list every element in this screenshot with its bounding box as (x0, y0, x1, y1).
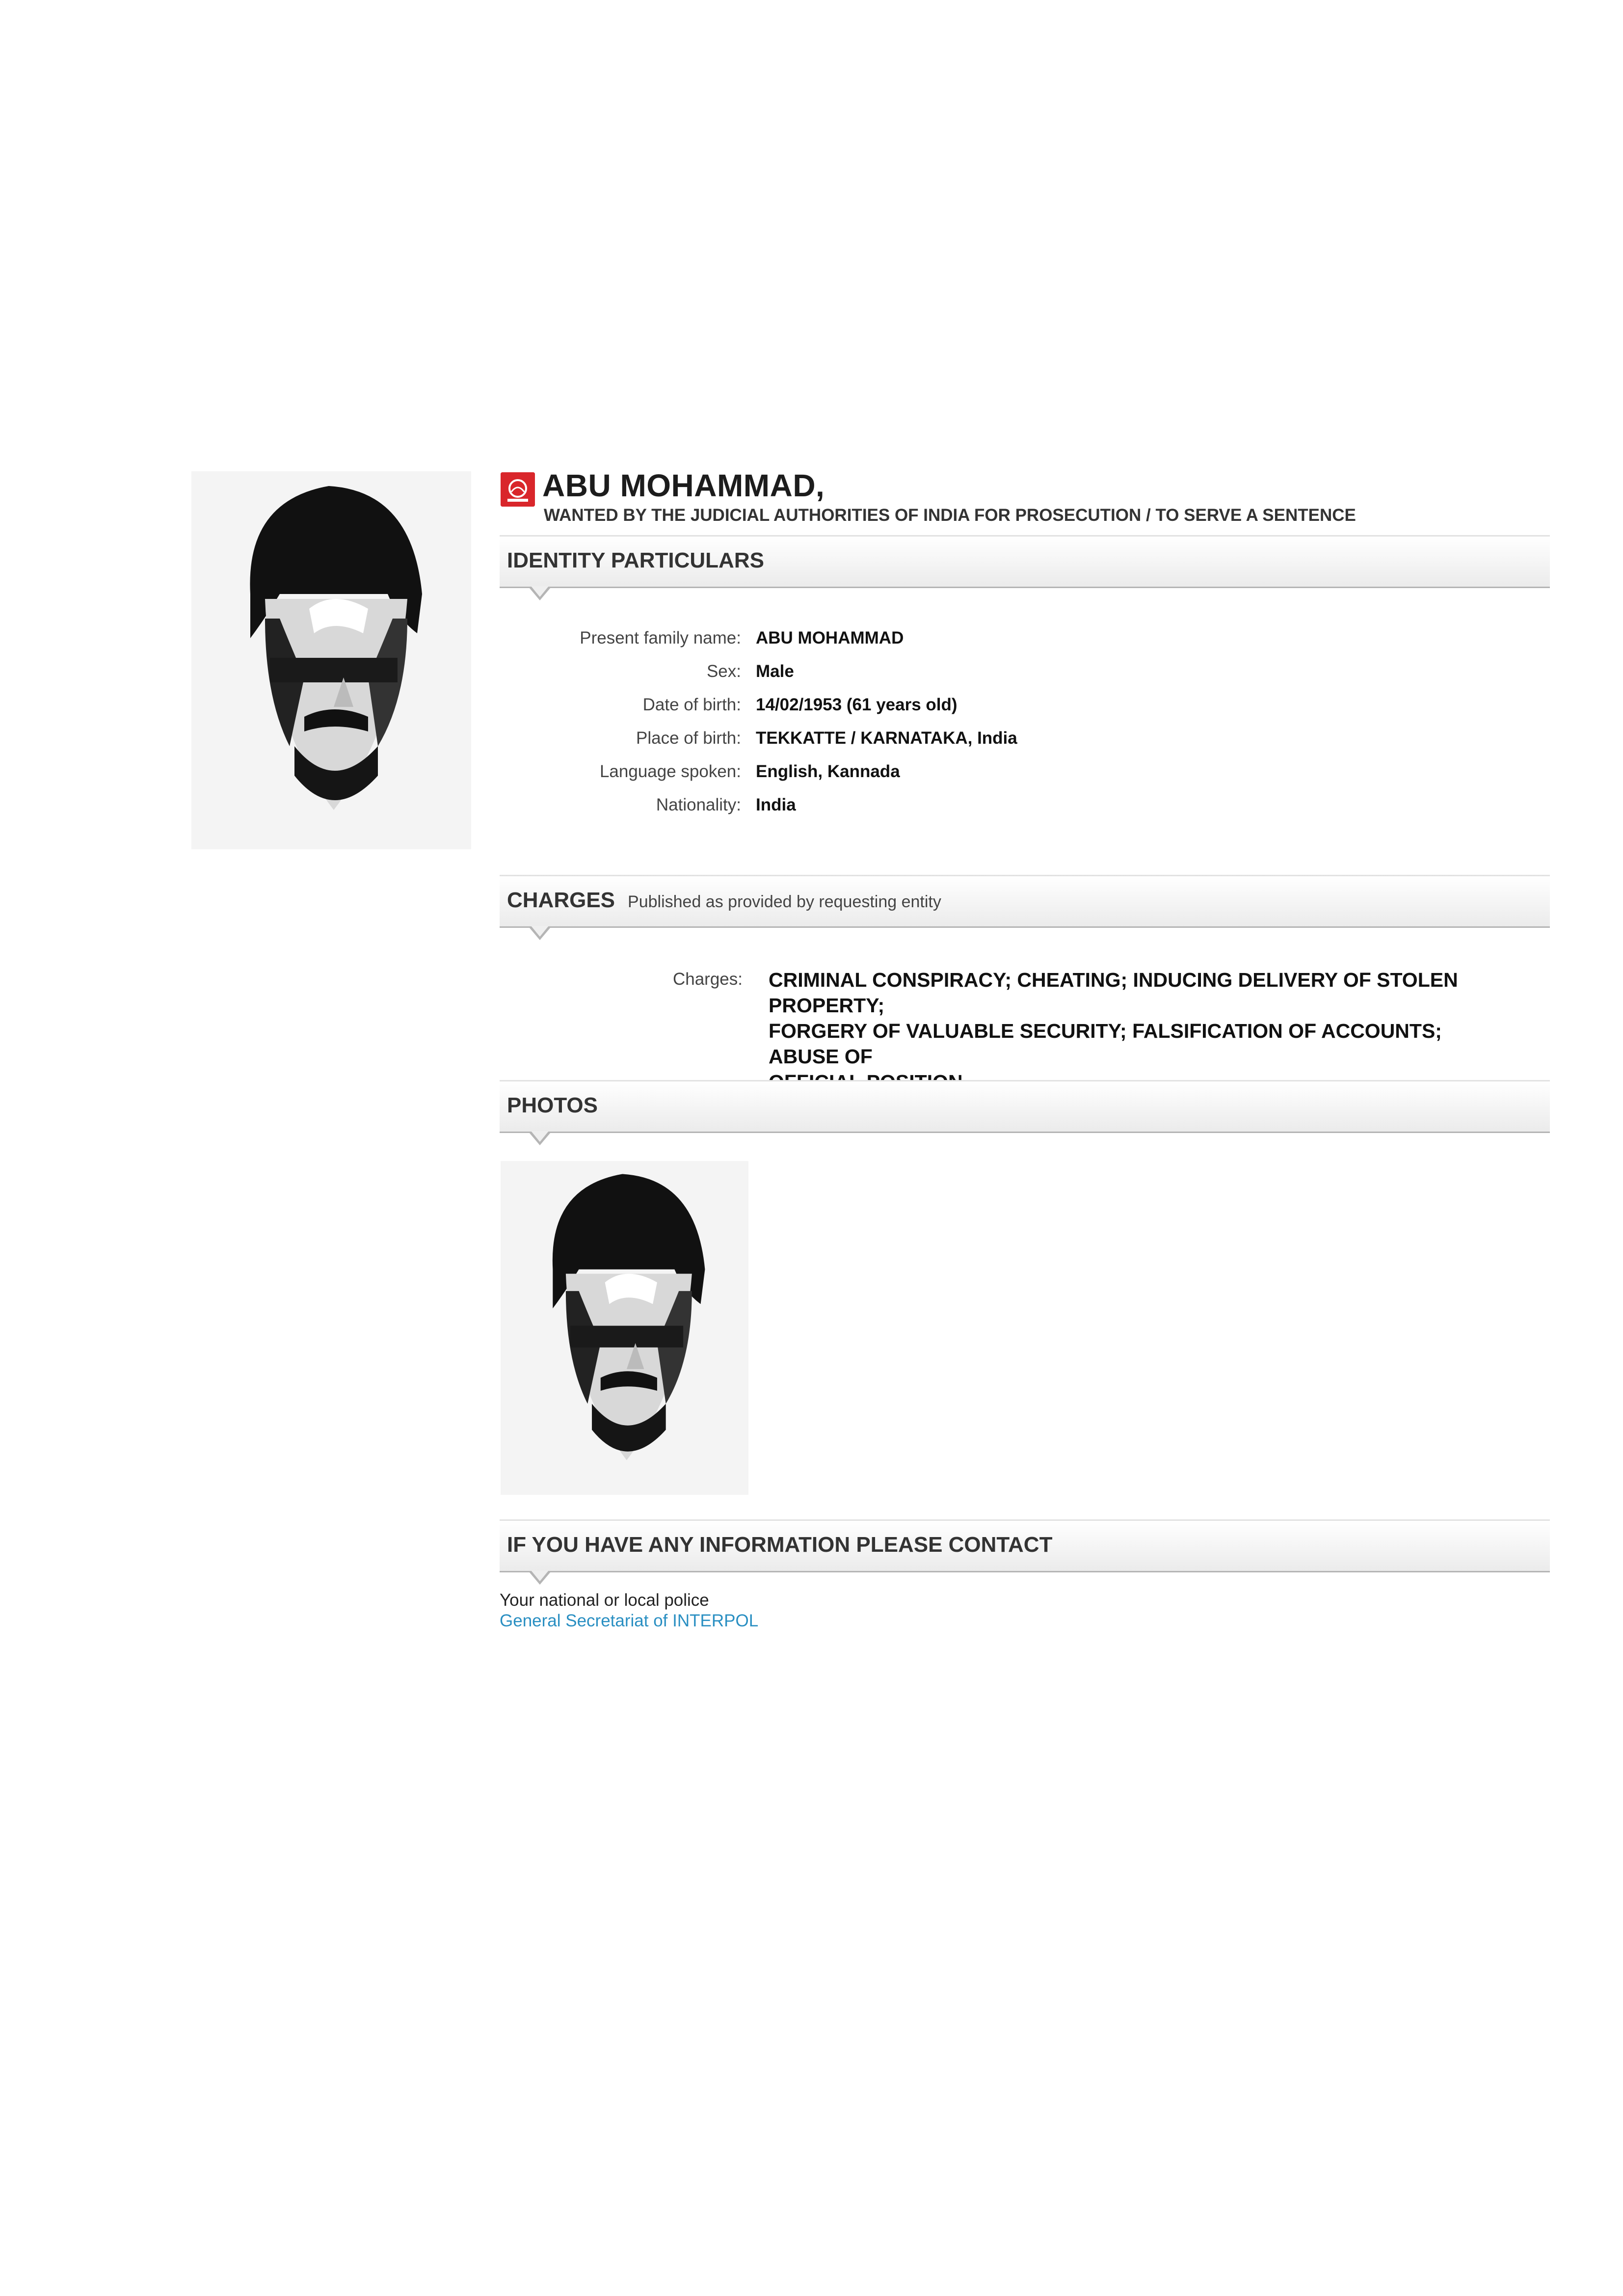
contact-section-header: IF YOU HAVE ANY INFORMATION PLEASE CONTA… (500, 1519, 1550, 1585)
interpol-contact-link[interactable]: General Secretariat of INTERPOL (500, 1611, 758, 1631)
contact-police-text: Your national or local police (500, 1591, 709, 1610)
identity-label: Sex: (706, 662, 741, 681)
charges-note: Published as provided by requesting enti… (628, 892, 941, 911)
identity-row: Sex: Male (491, 662, 1227, 691)
photos-section-header: PHOTOS (500, 1080, 1550, 1145)
identity-row: Present family name: ABU MOHAMMAD (491, 628, 1227, 658)
identity-value: English, Kannada (756, 762, 900, 781)
identity-label: Nationality: (656, 795, 741, 814)
charges-title: CHARGES (507, 888, 615, 912)
charges-line: CRIMINAL CONSPIRACY; CHEATING; INDUCING … (769, 969, 1458, 1017)
identity-section-header: IDENTITY PARTICULARS (500, 535, 1550, 600)
face-photo-image (191, 471, 471, 849)
identity-row: Place of birth: TEKKATTE / KARNATAKA, In… (491, 729, 1227, 758)
identity-section-title: IDENTITY PARTICULARS (507, 548, 764, 572)
contact-section-title: IF YOU HAVE ANY INFORMATION PLEASE CONTA… (507, 1533, 1053, 1557)
interpol-notice-icon (501, 472, 535, 507)
identity-row: Language spoken: English, Kannada (491, 762, 1227, 791)
identity-label: Present family name: (580, 628, 741, 648)
identity-value: TEKKATTE / KARNATAKA, India (756, 729, 1017, 748)
identity-label: Date of birth: (642, 695, 741, 714)
photo-thumbnail[interactable] (501, 1161, 748, 1495)
charges-text: CRIMINAL CONSPIRACY; CHEATING; INDUCING … (769, 967, 1505, 1095)
wanted-person-name: ABU MOHAMMAD, (542, 468, 825, 503)
wanted-subtitle: WANTED BY THE JUDICIAL AUTHORITIES OF IN… (544, 506, 1356, 525)
face-photo-image (501, 1161, 748, 1495)
identity-value: 14/02/1953 (61 years old) (756, 695, 958, 714)
section-notch (529, 586, 551, 600)
section-notch (529, 1570, 551, 1585)
main-photo (191, 471, 471, 849)
identity-value: ABU MOHAMMAD (756, 628, 904, 648)
charges-label: Charges: (672, 970, 743, 989)
identity-label: Language spoken: (599, 762, 741, 781)
photos-section-title: PHOTOS (507, 1093, 598, 1117)
identity-value: India (756, 795, 796, 814)
section-notch (529, 1131, 551, 1145)
identity-label: Place of birth: (636, 729, 741, 748)
charges-section-title: CHARGES Published as provided by requesti… (507, 888, 941, 913)
charges-section-header: CHARGES Published as provided by requesti… (500, 875, 1550, 940)
identity-value: Male (756, 662, 794, 681)
section-notch (529, 926, 551, 940)
identity-row: Nationality: India (491, 795, 1227, 825)
charges-line: FORGERY OF VALUABLE SECURITY; FALSIFICAT… (769, 1020, 1442, 1068)
identity-row: Date of birth: 14/02/1953 (61 years old) (491, 695, 1227, 725)
